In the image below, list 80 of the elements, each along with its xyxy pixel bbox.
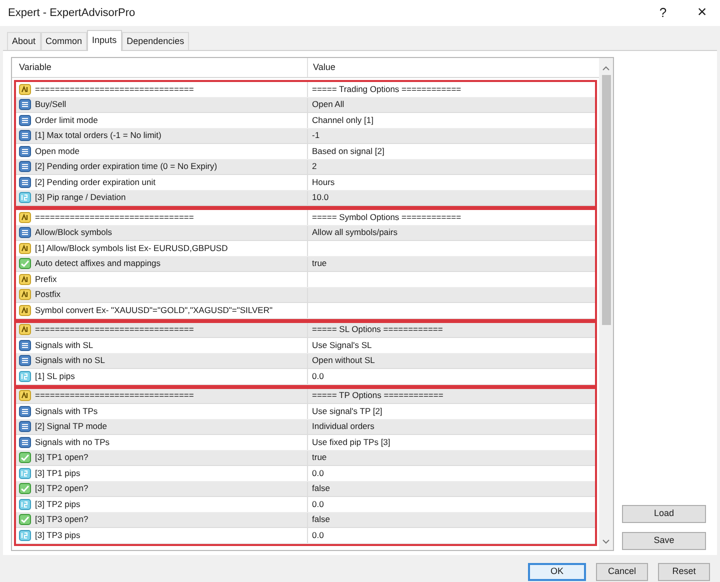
text-type-icon <box>19 390 31 402</box>
variable-value[interactable]: false <box>312 513 330 526</box>
side-button[interactable]: Save <box>622 532 706 550</box>
scroll-up-icon[interactable] <box>602 65 610 71</box>
side-button[interactable]: Load <box>622 505 706 523</box>
variable-value[interactable]: 0.0 <box>312 528 324 542</box>
variable-value[interactable]: Hours <box>312 176 335 189</box>
variable-value[interactable]: 0.0 <box>312 466 324 480</box>
variable-value[interactable]: 2 <box>312 160 317 174</box>
variable-value[interactable]: 10.0 <box>312 191 329 204</box>
variable-value[interactable]: 0.0 <box>312 370 324 383</box>
variable-value[interactable]: Channel only [1] <box>312 114 374 127</box>
variable-name: Buy/Sell <box>35 98 66 112</box>
variable-name: ================================ <box>35 82 194 96</box>
variable-value[interactable]: Based on signal [2] <box>312 144 384 158</box>
variable-name: Open mode <box>35 144 80 158</box>
variable-value[interactable]: false <box>312 482 330 496</box>
tab[interactable]: Dependencies <box>122 32 190 50</box>
variable-name: Signals with no SL <box>35 354 105 368</box>
variable-name: [3] TP1 open? <box>35 451 88 464</box>
variable-name: ================================ <box>35 210 194 224</box>
variable-value[interactable]: Open All <box>312 98 344 112</box>
variable-value[interactable]: Individual orders <box>312 420 374 434</box>
variable-value[interactable]: Allow all symbols/pairs <box>312 226 398 240</box>
text-type-icon <box>19 212 31 223</box>
variable-value[interactable]: 0.0 <box>312 498 324 511</box>
variable-name: Allow/Block symbols <box>35 226 112 240</box>
scrollbar-thumb[interactable] <box>602 75 610 325</box>
variable-value[interactable]: ===== Trading Options ============ <box>312 82 462 96</box>
scrollbar[interactable] <box>599 58 613 550</box>
dialog-button[interactable]: Cancel <box>596 563 648 581</box>
text-type-icon <box>19 274 31 285</box>
variable-name: [1] SL pips <box>35 370 75 383</box>
variable-name: Signals with no TPs <box>35 436 110 449</box>
variable-name: Signals with SL <box>35 338 94 352</box>
variable-name: [3] TP2 open? <box>35 482 88 496</box>
variable-value[interactable]: Use fixed pip TPs [3] <box>312 436 390 449</box>
variable-name: [3] TP3 pips <box>35 528 80 542</box>
column-header[interactable]: Variable <box>12 58 308 77</box>
variable-name: [3] Pip range / Deviation <box>35 191 126 204</box>
variable-name: [2] Pending order expiration unit <box>35 176 156 189</box>
tab[interactable]: Common <box>40 32 88 50</box>
close-button[interactable]: × <box>684 1 720 25</box>
text-type-icon <box>19 304 31 316</box>
variable-name: [3] TP3 open? <box>35 513 88 526</box>
variable-name: [2] Pending order expiration time (0 = No Expiry) <box>35 160 218 174</box>
variable-name: Symbol convert Ex- "XAUUSD"="GOLD","XAGUSD"="SILVER" <box>35 304 272 317</box>
variable-name: Signals with TPs <box>35 404 98 418</box>
variable-name: Order limit mode <box>35 114 98 127</box>
variable-name: Auto detect affixes and mappings <box>35 257 161 270</box>
variable-name: [1] Allow/Block symbols list Ex- EURUSD,GBPUSD <box>35 242 228 255</box>
variable-name: Postfix <box>35 288 61 302</box>
variable-name: ================================ <box>35 389 194 402</box>
variable-value[interactable]: Open without SL <box>312 354 375 368</box>
variable-value[interactable]: true <box>312 257 327 270</box>
variable-value[interactable]: Use Signal's SL <box>312 338 372 352</box>
text-type-icon <box>19 84 31 95</box>
text-type-icon <box>19 324 31 336</box>
variable-name: ================================ <box>35 323 194 336</box>
variable-value[interactable]: ===== SL Options ============ <box>312 323 443 336</box>
scroll-down-icon[interactable] <box>602 539 610 545</box>
tab[interactable]: Inputs <box>87 30 122 51</box>
variable-value[interactable]: true <box>312 451 327 464</box>
text-type-icon <box>19 242 31 254</box>
variable-name: [1] Max total orders (-1 = No limit) <box>35 129 162 142</box>
variable-value[interactable]: ===== TP Options ============ <box>312 389 444 402</box>
variable-name: Prefix <box>35 272 57 286</box>
dialog-button[interactable]: Reset <box>658 563 710 581</box>
variable-value[interactable]: Use signal's TP [2] <box>312 404 382 418</box>
window-title: Expert - ExpertAdvisorPro <box>8 6 136 21</box>
variable-value[interactable]: -1 <box>312 129 320 142</box>
variable-value[interactable]: ===== Symbol Options ============ <box>312 210 462 224</box>
column-header[interactable]: Value <box>308 58 599 77</box>
variable-name: [3] TP1 pips <box>35 466 80 480</box>
dialog-button[interactable]: OK <box>528 563 586 581</box>
help-button[interactable]: ? <box>648 3 678 23</box>
text-type-icon <box>19 289 31 300</box>
variable-name: [2] Signal TP mode <box>35 420 107 434</box>
tab[interactable]: About <box>7 32 41 50</box>
variable-name: [3] TP2 pips <box>35 498 80 511</box>
